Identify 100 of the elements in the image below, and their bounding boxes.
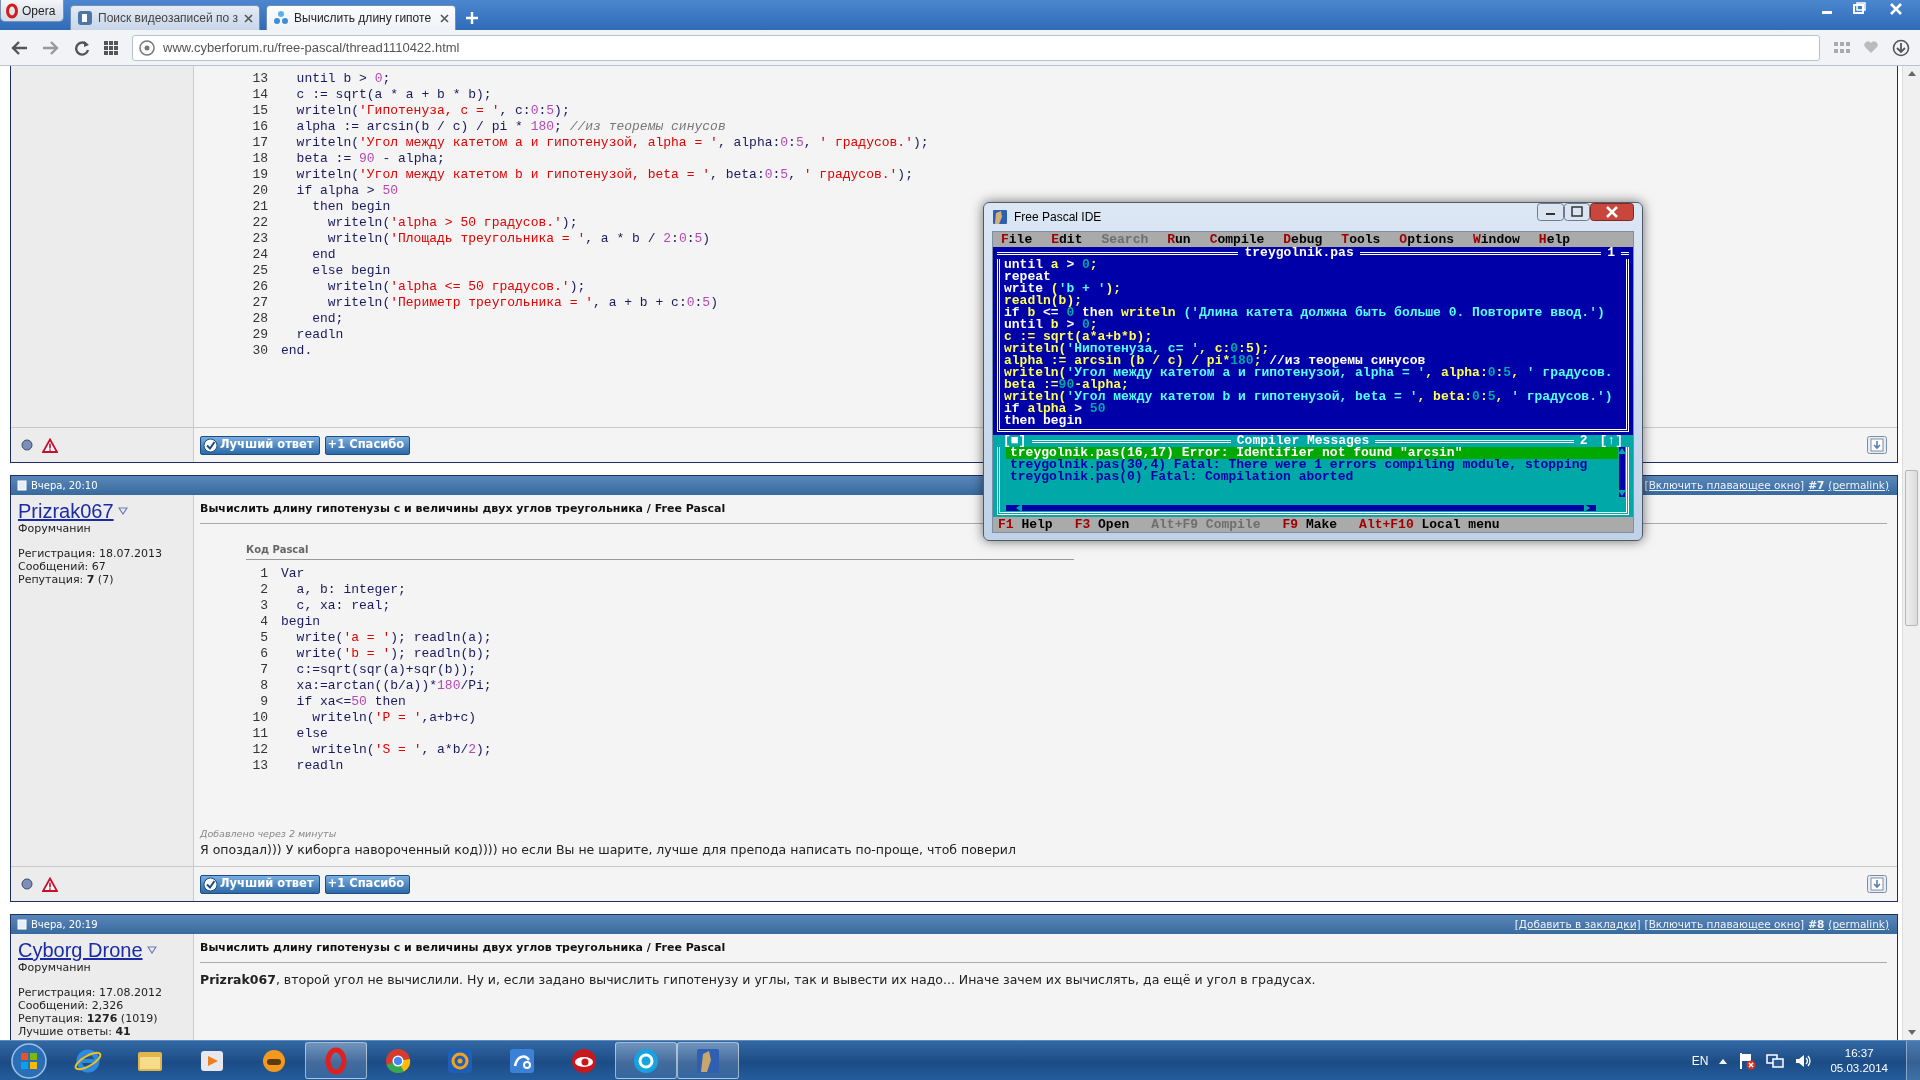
line-number: 22 bbox=[251, 215, 268, 231]
header-link[interactable]: #7 bbox=[1808, 477, 1825, 494]
warning-icon[interactable] bbox=[42, 437, 58, 453]
close-icon[interactable] bbox=[244, 13, 253, 23]
caret-icon[interactable] bbox=[146, 946, 157, 954]
line-number: 18 bbox=[251, 151, 268, 167]
file-title: treygolnik.pas bbox=[1244, 247, 1355, 259]
scroll-thumb[interactable] bbox=[1905, 470, 1918, 626]
header-link[interactable]: #8 bbox=[1808, 916, 1825, 933]
code-line: c:=sqrt(sqr(a)+sqr(b)); bbox=[295, 661, 478, 678]
check-circle-icon bbox=[203, 437, 218, 453]
grid-icon[interactable] bbox=[104, 40, 118, 55]
address-field[interactable]: www.cyberforum.ru/free-pascal/thread1110422.html bbox=[132, 34, 1820, 61]
caret-icon[interactable] bbox=[117, 507, 128, 515]
code-line: writeln('Угол между катетом a и гипотенузой, alpha = ', alpha:0:5, ' градусов. bbox=[1004, 367, 1614, 379]
post-date: Вчера, 20:10 bbox=[31, 479, 98, 493]
warning-icon[interactable] bbox=[42, 876, 58, 892]
maximize-icon[interactable] bbox=[1564, 203, 1590, 221]
scrollbar[interactable] bbox=[1006, 504, 1596, 512]
menu-item[interactable]: Run bbox=[1167, 233, 1191, 246]
line-number: 4 bbox=[259, 613, 268, 630]
code-line: writeln('Угол между катетом a и гипотенузой, alpha = ', alpha:0:5, ' градусов.'); bbox=[295, 135, 929, 151]
line-number: 1 bbox=[259, 565, 268, 582]
back-icon[interactable] bbox=[10, 39, 28, 56]
code-line: writeln('Периметр треугольника = ', a + b + c:0:5) bbox=[326, 295, 719, 311]
nodes-icon bbox=[273, 10, 289, 26]
code-line: readln bbox=[295, 757, 345, 774]
code-line: beta := 90 - alpha; bbox=[295, 151, 446, 167]
code-line: writeln('Площадь треугольника = ', a * b / 2:0:5) bbox=[326, 231, 712, 247]
code-line: writeln('alpha > 50 градусов.'); bbox=[326, 215, 579, 231]
menu-item[interactable]: Tools bbox=[1341, 233, 1381, 246]
browser-tab[interactable]: Вычислить длину гипоте bbox=[266, 5, 456, 30]
code-line: write('b = '); readln(b); bbox=[295, 645, 492, 662]
minimize-icon[interactable] bbox=[1537, 203, 1564, 221]
taskbar-button[interactable] bbox=[615, 1042, 677, 1079]
user-stat: Сообщений: 67 bbox=[18, 560, 107, 573]
menu-item[interactable]: Debug bbox=[1283, 233, 1323, 246]
status-item[interactable]: Alt+F10 Local menu bbox=[1359, 518, 1500, 531]
post-message: Prizrak067, второй угол не вычислили. Ну и, если задано вычислить гипотенузу и углы, так и вывести их надо... Иначе зачем их вычислять, да ещё и угол в градусах. bbox=[200, 970, 1317, 989]
site-icon bbox=[77, 10, 93, 26]
info-icon[interactable] bbox=[139, 39, 155, 56]
code-line: a, b: integer; bbox=[295, 581, 407, 598]
code-line: repeat bbox=[1004, 271, 1052, 283]
line-number: 30 bbox=[251, 343, 268, 359]
status-item[interactable]: F9 Make bbox=[1282, 518, 1338, 531]
code-line: end; bbox=[311, 311, 345, 327]
menu-item[interactable]: Compile bbox=[1209, 233, 1265, 246]
header-link[interactable]: [Включить плавающее окно] bbox=[1644, 916, 1805, 933]
user-role: Форумчанин bbox=[18, 522, 92, 535]
ring-icon bbox=[5, 2, 19, 19]
status-item[interactable]: F1 Help bbox=[998, 518, 1053, 531]
header-link[interactable]: [Добавить в закладки] bbox=[1514, 916, 1641, 933]
username-link[interactable]: Cyborg Drone bbox=[18, 939, 143, 961]
language-indicator[interactable]: EN bbox=[1691, 1051, 1709, 1070]
menu-item[interactable]: Window bbox=[1473, 233, 1520, 246]
code-line: c := sqrt(a*a+b*b); bbox=[1004, 331, 1153, 343]
code-line: until b > 0; bbox=[295, 71, 392, 87]
header-link[interactable]: (permalink) bbox=[1828, 916, 1889, 933]
taskbar-button[interactable] bbox=[677, 1042, 739, 1079]
forward-icon[interactable] bbox=[42, 39, 60, 56]
clock-time[interactable]: 16:37 bbox=[1830, 1045, 1888, 1061]
show-desktop-button[interactable] bbox=[1906, 1041, 1920, 1080]
panel-title: Compiler Messages bbox=[1235, 435, 1370, 447]
plus-icon[interactable] bbox=[466, 12, 478, 24]
line-number: 20 bbox=[251, 183, 268, 199]
scrollbar[interactable] bbox=[1618, 447, 1626, 497]
window-number: 2 bbox=[1578, 435, 1589, 447]
quote-icon[interactable] bbox=[1867, 875, 1887, 893]
reload-icon[interactable] bbox=[74, 39, 90, 56]
network-icon[interactable] bbox=[1766, 1051, 1785, 1070]
code-line: writeln('S = ', a*b/2); bbox=[311, 741, 492, 758]
download-icon[interactable] bbox=[1892, 38, 1910, 57]
start-icon[interactable] bbox=[9, 1041, 48, 1080]
code-line: readln bbox=[295, 327, 345, 343]
header-link[interactable]: (permalink) bbox=[1828, 477, 1889, 494]
header-link[interactable]: [Включить плавающее окно] bbox=[1644, 477, 1805, 494]
code-line: readln(b); bbox=[1004, 295, 1083, 307]
message-line[interactable]: treygolnik.pas(0) Fatal: Compilation aborted bbox=[1006, 471, 1618, 483]
message-line[interactable]: treygolnik.pas(30,4) Fatal: There were 1 errors compiling module, stopping bbox=[1006, 459, 1618, 471]
clock-date[interactable]: 05.03.2014 bbox=[1830, 1060, 1888, 1076]
menu-item[interactable]: Options bbox=[1399, 233, 1454, 246]
menu-button[interactable]: Opera bbox=[0, 0, 64, 22]
menu-item[interactable]: Help bbox=[1538, 233, 1571, 246]
check-circle-icon bbox=[203, 876, 218, 892]
close-icon[interactable] bbox=[440, 13, 449, 23]
window-title: Free Pascal IDE bbox=[1014, 209, 1102, 226]
quote-icon[interactable] bbox=[1867, 436, 1887, 454]
menu-item[interactable]: File bbox=[1001, 233, 1033, 246]
post-title: Вычислить длину гипотенузы с и величины двух углов треугольника / Free Pascal bbox=[200, 940, 726, 956]
close-icon[interactable] bbox=[1590, 203, 1634, 221]
browser-tab[interactable]: Поиск видеозаписей по з bbox=[70, 5, 260, 30]
username-link[interactable]: Prizrak067 bbox=[18, 500, 114, 522]
flag-icon[interactable] bbox=[1738, 1051, 1757, 1070]
code-label: Код Pascal bbox=[246, 541, 1074, 560]
code-line: writeln('Гипотенуза, c = ', c:0:5); bbox=[295, 103, 571, 119]
status-item[interactable]: F3 Open bbox=[1074, 518, 1130, 531]
line-number: 3 bbox=[259, 597, 268, 614]
menu-item[interactable]: Edit bbox=[1051, 233, 1083, 246]
user-stat: Сообщений: 2,326 bbox=[18, 999, 125, 1012]
user-role: Форумчанин bbox=[18, 961, 92, 974]
